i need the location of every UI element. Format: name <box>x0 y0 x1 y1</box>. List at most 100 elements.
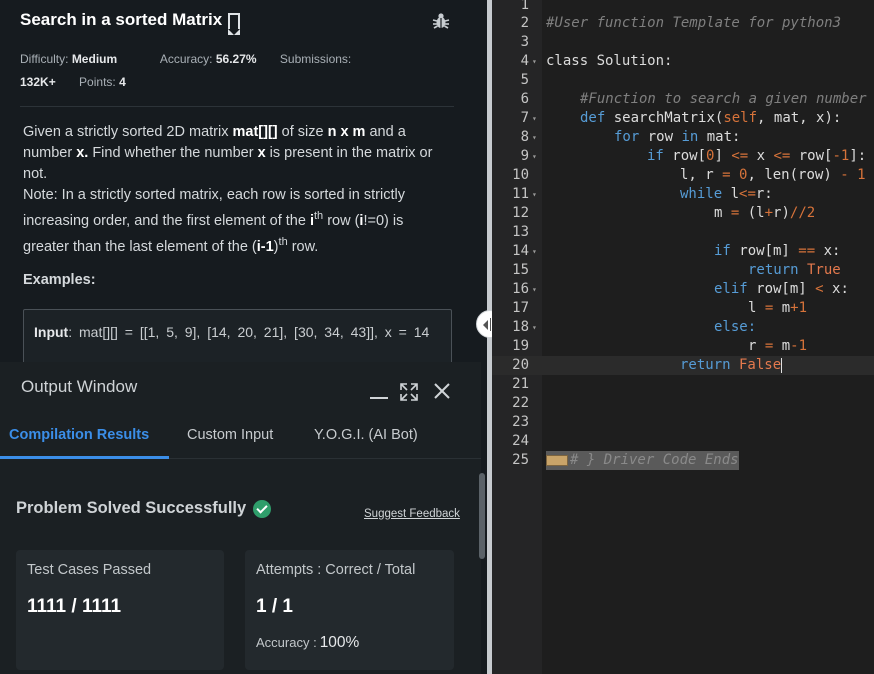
problem-statement: Search in a sorted Matrix Difficulty: Me… <box>0 0 474 379</box>
accuracy-label: Accuracy: <box>159 52 213 66</box>
line-number: 11 <box>512 186 529 202</box>
fold-widget-icon[interactable] <box>546 454 568 466</box>
code-token: 1 <box>857 167 866 183</box>
code-token: l <box>748 300 765 316</box>
code-text: else: <box>714 319 757 335</box>
output-title: Output Window <box>21 377 138 396</box>
minimize-icon[interactable] <box>370 397 388 399</box>
code-token: 1 <box>798 338 808 354</box>
code-token: r <box>748 338 765 354</box>
fold-toggle-icon[interactable]: ▾ <box>532 52 537 71</box>
tab-custom-input[interactable]: Custom Input <box>187 427 273 443</box>
code-token: ]: <box>849 148 867 164</box>
line-number: 17 <box>512 300 529 316</box>
bug-icon[interactable] <box>432 12 450 30</box>
code-editor[interactable]: 1 2 #User function Template for python3 3… <box>492 0 874 674</box>
code-token: (l <box>739 205 765 221</box>
line-number: 18 <box>512 319 529 335</box>
code-token: row[ <box>790 148 833 164</box>
line-number: 3 <box>520 34 529 50</box>
accuracy-value: 56.27% <box>215 52 257 66</box>
keyword: for <box>614 129 640 145</box>
code-line: 7 ▾ def searchMatrix(self, mat, x): <box>492 109 874 128</box>
line-number: 21 <box>512 376 529 392</box>
line-number: 10 <box>512 167 529 183</box>
fold-toggle-icon[interactable]: ▾ <box>532 109 537 128</box>
keyword: if <box>647 148 664 164</box>
tab-yogi-ai-bot[interactable]: Y.O.G.I. (AI Bot) <box>314 427 418 443</box>
desc-sup: th <box>313 210 324 222</box>
bookmark-icon[interactable] <box>228 13 241 35</box>
code-line: 1 <box>492 0 874 15</box>
line-number: 12 <box>512 205 529 221</box>
line-number: 9 <box>520 148 529 164</box>
scrollbar[interactable] <box>479 473 485 559</box>
code-token: + <box>790 300 799 316</box>
code-text: elif row[m] < x: <box>714 280 849 299</box>
fold-toggle-icon[interactable]: ▾ <box>532 318 537 337</box>
code-line: 17 l = m+1 <box>492 299 874 318</box>
code-token: = <box>722 167 731 183</box>
code-token: # } Driver Code Ends <box>570 452 739 468</box>
code-line: 2 #User function Template for python3 <box>492 14 874 33</box>
code-text: l = m+1 <box>748 299 807 318</box>
code-token: row[m] <box>747 281 816 297</box>
code-token: 2 <box>806 205 816 221</box>
problem-meta: Difficulty: Medium Accuracy: 56.27% Subm… <box>20 48 460 94</box>
suggest-feedback-link[interactable]: Suggest Feedback <box>364 508 460 520</box>
output-tabs: Compilation Results Custom Input Y.O.G.I… <box>0 418 481 459</box>
code-token: False <box>730 357 782 373</box>
code-token: self <box>723 110 758 126</box>
code-text: def searchMatrix(self, mat, x): <box>580 109 841 128</box>
attempts-card: Attempts : Correct / Total 1 / 1 Accurac… <box>245 550 454 670</box>
desc-text: of size <box>277 124 328 140</box>
output-window: Output Window Compilation Results Custom… <box>0 362 481 674</box>
fold-toggle-icon[interactable]: ▾ <box>532 128 537 147</box>
status-text: Problem Solved Successfully <box>16 499 247 517</box>
fold-toggle-icon[interactable]: ▾ <box>532 280 537 299</box>
code-token: x: <box>823 281 849 297</box>
code-text: r = m-1 <box>748 337 807 356</box>
keyword: def <box>580 110 606 126</box>
keyword: while <box>680 186 723 202</box>
code-token: , mat, x): <box>757 110 842 126</box>
fold-toggle-icon[interactable]: ▾ <box>532 242 537 261</box>
code-line: 5 <box>492 71 874 90</box>
line-number: 25 <box>512 452 529 468</box>
desc-bold: mat[][] <box>232 124 278 140</box>
code-text: return False <box>680 356 783 375</box>
line-number: 7 <box>520 110 529 126</box>
examples-heading: Examples: <box>23 272 96 288</box>
code-token: <= <box>773 148 791 164</box>
text-cursor <box>781 357 783 373</box>
expand-icon[interactable] <box>400 383 418 401</box>
code-line: 10 l, r = 0, len(row) - 1 <box>492 166 874 185</box>
tab-compilation-results[interactable]: Compilation Results <box>9 427 149 443</box>
code-line-active: 20 return False <box>492 356 874 375</box>
folded-code[interactable]: # } Driver Code Ends <box>546 451 739 470</box>
active-tab-indicator <box>0 456 169 459</box>
problem-description: Given a strictly sorted 2D matrix mat[][… <box>23 122 443 258</box>
code-token: // <box>789 205 807 221</box>
line-number: 16 <box>512 281 529 297</box>
code-token: - <box>840 167 849 183</box>
code-token: r: <box>755 186 773 202</box>
keyword: in <box>681 129 699 145</box>
line-number: 6 <box>520 91 529 107</box>
result-status: Problem Solved Successfully <box>16 499 272 518</box>
code-text: while l<=r: <box>680 185 773 204</box>
code-token: row[m] <box>730 243 799 259</box>
desc-text: row. <box>287 238 319 255</box>
submissions-label: Submissions: <box>279 52 352 66</box>
points-value: 4 <box>119 75 126 89</box>
close-icon[interactable] <box>433 382 451 400</box>
line-number: 23 <box>512 414 529 430</box>
line-number: 24 <box>512 433 529 449</box>
fold-toggle-icon[interactable]: ▾ <box>532 185 537 204</box>
code-token: m <box>773 300 791 316</box>
result-accuracy-value: 100% <box>319 634 360 651</box>
code-line: 18 ▾ else: <box>492 318 874 337</box>
fold-toggle-icon[interactable]: ▾ <box>532 147 537 166</box>
code-token: , len(row) <box>747 167 841 183</box>
